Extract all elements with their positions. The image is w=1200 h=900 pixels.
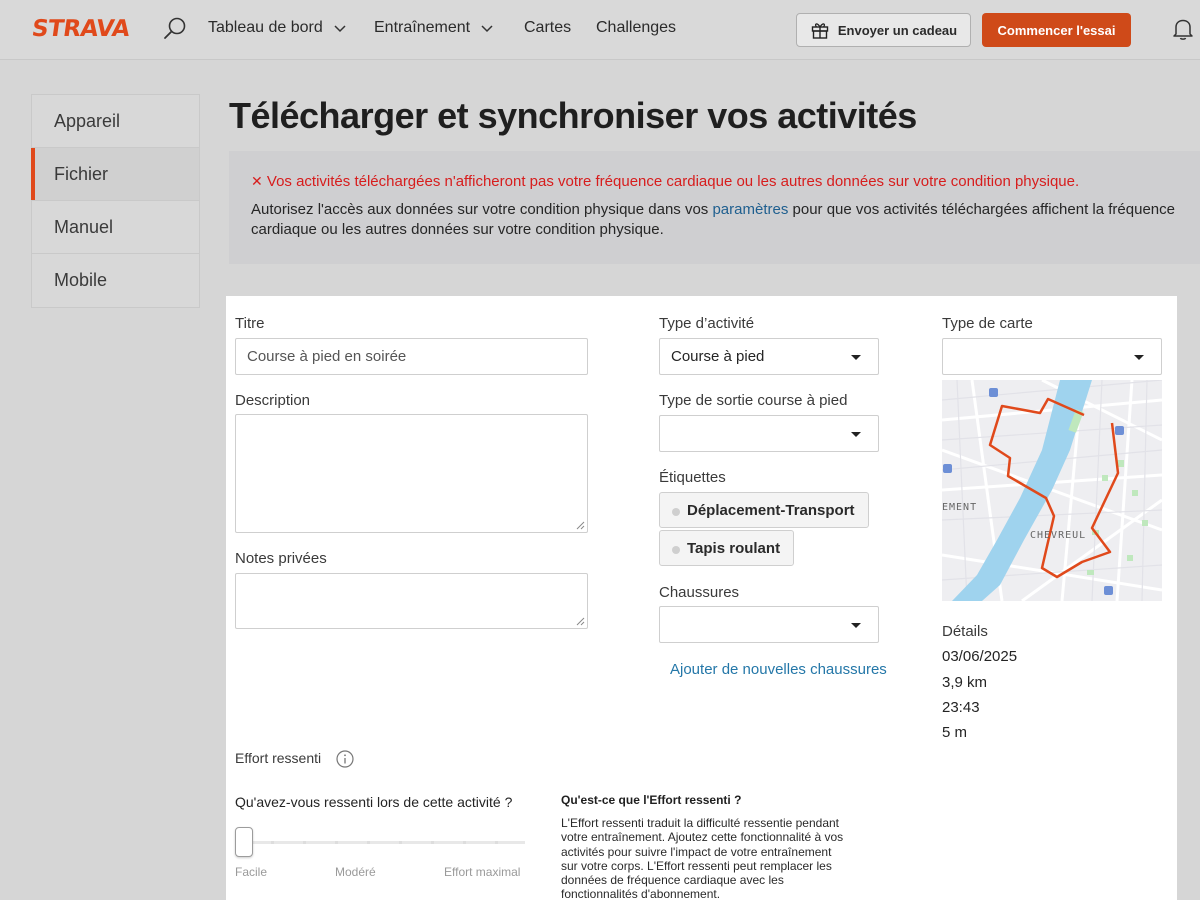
slider-tick xyxy=(399,841,402,844)
slider-tick xyxy=(431,841,434,844)
nav-challenges-label: Challenges xyxy=(596,19,677,36)
nav-maps-label: Cartes xyxy=(524,19,572,36)
sidebar-item-manual[interactable]: Manuel xyxy=(32,201,199,254)
details-label: Détails xyxy=(942,623,988,640)
tag-commute[interactable]: Déplacement-Transport xyxy=(659,492,869,528)
private-notes-label: Notes privées xyxy=(235,550,327,567)
resize-grip-icon[interactable] xyxy=(576,521,585,530)
close-icon: ✕ xyxy=(251,173,263,189)
shoes-select[interactable] xyxy=(659,606,879,643)
map-type-select[interactable] xyxy=(942,338,1162,375)
send-gift-button[interactable]: Envoyer un cadeau xyxy=(796,13,971,47)
shoes-label: Chaussures xyxy=(659,584,740,601)
effort-slider-thumb[interactable] xyxy=(235,827,253,857)
detail-elevation: 5 m xyxy=(942,724,968,741)
scale-max: Effort maximal xyxy=(444,865,521,879)
info-icon[interactable] xyxy=(336,750,354,768)
detail-time: 23:43 xyxy=(942,699,980,716)
sidebar-item-mobile[interactable]: Mobile xyxy=(32,254,199,307)
effort-info-body: L'Effort ressenti traduit la difficulté … xyxy=(561,816,844,900)
nav-challenges[interactable]: Challenges xyxy=(596,19,676,37)
run-type-label: Type de sortie course à pied xyxy=(659,392,848,409)
effort-slider-track[interactable] xyxy=(235,841,525,844)
add-shoes-link[interactable]: Ajouter de nouvelles chaussures xyxy=(670,661,887,678)
route-map-graphic xyxy=(942,380,1162,601)
caret-down-icon xyxy=(851,622,861,628)
activity-form-panel: Titre Course à pied en soirée Descriptio… xyxy=(226,296,1177,900)
activity-type-value: Course à pied xyxy=(671,348,765,365)
sidebar-item-label: Fichier xyxy=(54,163,109,184)
gift-icon xyxy=(811,23,829,39)
nav-dashboard-label: Tableau de bord xyxy=(208,19,323,36)
alert-error-line: ✕ Vos activités téléchargées n'affichero… xyxy=(251,173,1200,190)
title-label: Titre xyxy=(235,315,265,332)
slider-tick xyxy=(495,841,498,844)
detail-distance: 3,9 km xyxy=(942,674,988,691)
slider-tick xyxy=(303,841,306,844)
upload-method-sidebar: Appareil Fichier Manuel Mobile xyxy=(31,94,200,308)
nav-training[interactable]: Entraînement xyxy=(374,19,494,37)
tag-treadmill[interactable]: Tapis roulant xyxy=(659,530,795,566)
chevron-down-icon xyxy=(481,25,493,33)
slider-tick xyxy=(463,841,466,844)
bell-icon[interactable] xyxy=(1170,16,1196,42)
activity-type-select[interactable]: Course à pied xyxy=(659,338,879,375)
slider-tick xyxy=(335,841,338,844)
scale-moderate: Modéré xyxy=(335,865,376,879)
map-label-west: EMENT xyxy=(942,502,978,513)
sidebar-item-label: Appareil xyxy=(54,110,121,131)
sidebar-item-file[interactable]: Fichier xyxy=(31,148,199,201)
tags-label: Étiquettes xyxy=(659,469,726,486)
activity-type-label: Type d’activité xyxy=(659,315,755,332)
search-icon[interactable] xyxy=(162,16,188,42)
strava-logo[interactable]: STRAVA xyxy=(30,16,131,42)
title-input[interactable]: Course à pied en soirée xyxy=(235,338,588,375)
slider-tick xyxy=(367,841,370,844)
settings-link[interactable]: paramètres xyxy=(712,201,788,218)
sidebar-item-label: Mobile xyxy=(54,270,108,290)
alert-message: Autorisez l'accès aux données sur votre … xyxy=(251,200,1200,240)
route-map[interactable]: EMENT CHEVREUL xyxy=(942,380,1162,601)
tag-label: Tapis roulant xyxy=(687,539,781,557)
nav-training-label: Entraînement xyxy=(374,19,471,36)
tag-dot-icon xyxy=(672,546,680,554)
private-notes-textarea[interactable] xyxy=(235,573,588,629)
effort-label: Effort ressenti xyxy=(235,750,322,766)
description-label: Description xyxy=(235,392,311,409)
sidebar-item-label: Manuel xyxy=(54,216,114,237)
nav-maps[interactable]: Cartes xyxy=(524,19,571,37)
alert-text-before: Autorisez l'accès aux données sur votre … xyxy=(251,201,713,218)
caret-down-icon xyxy=(851,431,861,437)
map-label-chevreul: CHEVREUL xyxy=(1030,530,1087,541)
page-edge xyxy=(1177,296,1200,900)
caret-down-icon xyxy=(1134,354,1144,360)
send-gift-label: Envoyer un cadeau xyxy=(837,22,958,38)
tag-dot-icon xyxy=(672,508,680,516)
run-type-select[interactable] xyxy=(659,415,879,452)
scale-easy: Facile xyxy=(235,865,268,879)
sidebar-item-device[interactable]: Appareil xyxy=(32,95,199,148)
slider-tick xyxy=(271,841,274,844)
detail-date: 03/06/2025 xyxy=(942,648,1018,665)
description-textarea[interactable] xyxy=(235,414,588,533)
nav-dashboard[interactable]: Tableau de bord xyxy=(208,19,347,37)
alert-error-text: Vos activités téléchargées n'afficheront… xyxy=(266,173,1080,190)
caret-down-icon xyxy=(851,354,861,360)
resize-grip-icon[interactable] xyxy=(576,617,585,626)
top-navigation-bar: STRAVA Tableau de bord Entraînement Cart… xyxy=(0,0,1200,60)
chevron-down-icon xyxy=(334,25,346,33)
page-title: Télécharger et synchroniser vos activité… xyxy=(229,95,917,136)
effort-info-title: Qu'est-ce que l'Effort ressenti ? xyxy=(561,793,742,807)
map-type-label: Type de carte xyxy=(942,315,1033,332)
start-trial-button[interactable]: Commencer l'essai xyxy=(982,13,1131,47)
effort-question: Qu'avez-vous ressenti lors de cette acti… xyxy=(235,794,513,810)
tag-label: Déplacement-Transport xyxy=(687,501,855,519)
health-data-alert: ✕ Vos activités téléchargées n'affichero… xyxy=(229,151,1200,264)
